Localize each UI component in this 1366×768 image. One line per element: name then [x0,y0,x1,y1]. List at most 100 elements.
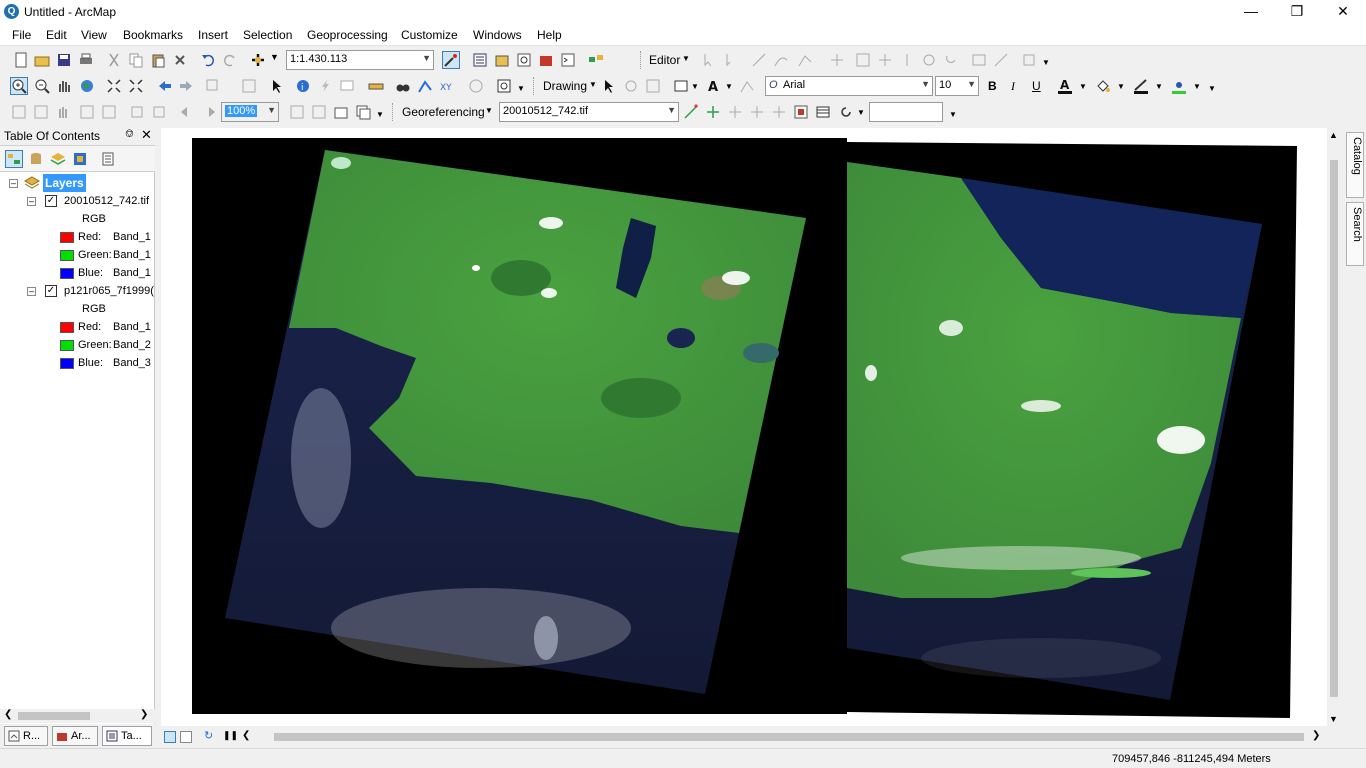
full-extent-globe-icon[interactable] [78,77,96,95]
refresh-icon[interactable]: ↻ [204,729,213,742]
layer-visibility-checkbox[interactable]: ✓ [45,285,57,297]
restore-button[interactable]: ❐ [1274,0,1320,24]
create-viewer-icon[interactable] [495,77,513,95]
focus-data-frame-icon[interactable] [310,103,328,121]
line-color-icon[interactable] [1132,77,1150,95]
toc-options-icon[interactable] [99,150,117,168]
viewer-icon[interactable] [792,103,810,121]
bold-button[interactable]: B [988,79,997,93]
zoom-to-selected-icon[interactable] [644,77,662,95]
georeferencing-menu-label[interactable]: Georeferencing [402,105,485,119]
green-swatch[interactable] [60,250,74,261]
forward-arrow-icon[interactable] [177,77,195,95]
print-icon[interactable] [77,51,95,69]
scroll-left-icon[interactable]: ❮ [4,709,12,720]
tree-root-row[interactable]: – Layers [0,174,155,192]
edit-vertices-icon[interactable] [738,77,756,95]
pan-hand-icon[interactable] [55,77,73,95]
fixed-zoom-out-layout-icon[interactable] [150,103,168,121]
toc-tab[interactable]: Ta... [102,726,152,746]
layer-row[interactable]: – ✓ 20010512_742.tif [0,192,155,210]
pin-icon[interactable]: ⎊ [125,128,134,141]
go-forward-extent-icon[interactable] [200,103,218,121]
endpoint-arc-icon[interactable] [772,51,790,69]
toolbar-grip[interactable] [392,103,395,121]
rotate-element-icon[interactable] [622,77,640,95]
font-color-icon[interactable]: A [1056,77,1074,95]
text-tool-icon[interactable]: A [704,77,722,95]
menu-file[interactable]: File [12,28,31,42]
map-horizontal-scrollbar[interactable]: ❮ ❯ [240,730,1325,744]
search-tab[interactable]: Search [1346,202,1364,266]
hyperlink-icon[interactable] [316,77,334,95]
scroll-thumb[interactable] [1330,160,1338,697]
layout-zoom-out-icon[interactable] [32,103,50,121]
layout-options-icon[interactable]: ▼ [376,110,384,119]
line-color-dropdown-icon[interactable]: ▼ [1155,82,1163,91]
link-table-icon[interactable] [814,103,832,121]
menu-view[interactable]: View [81,28,107,42]
font-color-dropdown-icon[interactable]: ▼ [1079,82,1087,91]
straight-segment-icon[interactable] [750,51,768,69]
collapse-icon[interactable]: – [9,179,18,188]
rectangle-dropdown-icon[interactable]: ▼ [691,82,699,91]
scroll-right-icon[interactable]: ❯ [1312,730,1320,741]
menu-edit[interactable]: Edit [46,28,67,42]
close-icon[interactable]: ✕ [141,127,152,143]
underline-button[interactable]: U [1032,79,1041,93]
scroll-down-icon[interactable]: ▼ [1329,714,1338,724]
zoom-whole-page-icon[interactable] [78,103,96,121]
drawing-options-icon[interactable]: ▼ [1208,84,1216,93]
tools-options-icon[interactable]: ▼ [517,84,525,93]
red-swatch[interactable] [60,232,74,243]
rectangle-icon[interactable] [672,77,690,95]
marker-color-dropdown-icon[interactable]: ▼ [1193,82,1201,91]
rotate-dropdown-icon[interactable]: ▼ [857,108,865,117]
open-folder-icon[interactable] [33,51,51,69]
map-display[interactable] [161,128,1327,726]
rotate-raster-icon[interactable] [837,103,855,121]
menu-bookmarks[interactable]: Bookmarks [123,28,183,42]
undo-icon[interactable] [199,51,217,69]
layout-zoom-combo[interactable]: 100% ▼ [221,102,279,122]
back-arrow-icon[interactable] [156,77,174,95]
select-features-icon[interactable] [204,77,222,95]
redo-icon[interactable] [221,51,239,69]
html-popup-icon[interactable] [338,77,356,95]
red-swatch[interactable] [60,322,74,333]
sketch-properties-icon[interactable] [992,51,1010,69]
fill-color-icon[interactable] [1094,77,1112,95]
georef-layer-combo[interactable]: 20010512_742.tif ▼ [499,102,679,122]
toc-window-icon[interactable] [471,51,489,69]
scroll-right-icon[interactable]: ❯ [140,709,148,720]
edit-annotation-icon[interactable] [722,51,740,69]
list-by-selection-icon[interactable] [71,150,89,168]
save-icon[interactable] [55,51,73,69]
toolbar-options-icon[interactable]: ▼ [1042,58,1050,67]
marker-color-icon[interactable] [1170,77,1188,95]
add-data-dropdown-icon[interactable]: ▼ [270,52,279,62]
find-binoculars-icon[interactable] [394,77,412,95]
data-driven-pages-icon[interactable] [354,103,372,121]
font-name-combo[interactable]: O Arial ▼ [765,76,933,96]
fixed-zoom-out-icon[interactable] [127,77,145,95]
modelbuilder-icon[interactable] [587,51,605,69]
map-vertical-scrollbar[interactable]: ▲ ▼ [1327,128,1341,728]
fixed-zoom-in-icon[interactable] [105,77,123,95]
fill-color-dropdown-icon[interactable]: ▼ [1117,82,1125,91]
change-layout-icon[interactable] [332,103,350,121]
scroll-up-icon[interactable]: ▲ [1329,130,1338,140]
clear-selection-icon[interactable] [240,77,258,95]
arctoolbox-tab[interactable]: Ar... [52,726,98,746]
scroll-thumb[interactable] [274,733,1304,741]
measure-icon[interactable] [367,77,385,95]
catalog-tab[interactable]: Catalog [1346,132,1364,198]
delete-icon[interactable] [171,51,189,69]
add-control-points-icon[interactable] [682,103,700,121]
layer-visibility-checkbox[interactable]: ✓ [45,195,57,207]
toggle-draft-mode-icon[interactable] [288,103,306,121]
font-size-combo[interactable]: 10 ▼ [935,76,979,96]
collapse-icon[interactable]: – [27,287,36,296]
list-by-visibility-icon[interactable] [49,150,67,168]
results-tab[interactable]: R... [4,726,48,746]
